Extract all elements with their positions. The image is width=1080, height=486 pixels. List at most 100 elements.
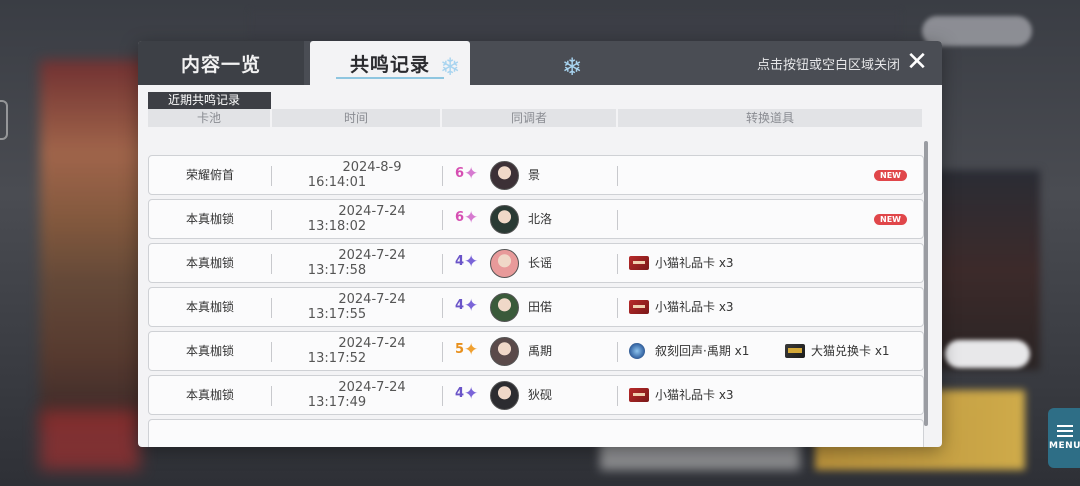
record-date: 2024-7-24 bbox=[338, 336, 406, 351]
rarity-star-icon: ✦ bbox=[464, 164, 479, 184]
pool-name: 本真枷锁 bbox=[185, 300, 234, 314]
new-badge: NEW bbox=[874, 170, 907, 181]
divider bbox=[617, 298, 618, 318]
divider bbox=[442, 166, 443, 186]
rarity-star-icon: ✦ bbox=[464, 208, 479, 228]
record-clock: 13:17:52 bbox=[307, 351, 367, 366]
rarity-number: 6 bbox=[455, 166, 465, 181]
divider bbox=[617, 210, 618, 230]
rarity-star-icon: ✦ bbox=[464, 296, 479, 316]
column-header-pool: 卡池 bbox=[148, 109, 270, 127]
avatar bbox=[490, 161, 519, 190]
character-name: 景 bbox=[528, 168, 541, 182]
divider bbox=[442, 342, 443, 362]
rarity-number: 5 bbox=[455, 342, 465, 357]
snowflake-icon: ❄ bbox=[561, 53, 583, 81]
close-icon[interactable]: ✕ bbox=[904, 49, 930, 75]
divider bbox=[442, 210, 443, 230]
rarity-star-icon: ✦ bbox=[464, 384, 479, 404]
rarity-number: 4 bbox=[455, 386, 465, 401]
background-right-button bbox=[945, 340, 1030, 368]
record-time: 2024-7-24 13:17:55 bbox=[272, 292, 442, 322]
rarity-number: 4 bbox=[455, 254, 465, 269]
avatar bbox=[490, 205, 519, 234]
tab-bar: 内容一览 共鸣记录 ❄ ❄ 点击按钮或空白区域关闭 ✕ bbox=[138, 41, 942, 85]
record-time: 2024-8-9 16:14:01 bbox=[272, 160, 442, 190]
table-row: 本真枷锁 2024-7-24 13:17:49 4 ✦ 狄砚 小猫礼品卡 x3 bbox=[148, 375, 924, 415]
item-name: 小猫礼品卡 x3 bbox=[655, 388, 734, 402]
new-badge: NEW bbox=[874, 214, 907, 225]
avatar bbox=[490, 293, 519, 322]
close-hint: 点击按钮或空白区域关闭 bbox=[756, 58, 900, 73]
divider bbox=[442, 254, 443, 274]
gift-card-icon bbox=[629, 388, 649, 402]
pool-name: 本真枷锁 bbox=[185, 388, 234, 402]
table-header: 卡池 时间 同调者 转换道具 bbox=[148, 109, 922, 127]
menu-label: MENU bbox=[1049, 441, 1080, 451]
table-row: 本真枷锁 2024-7-24 13:17:55 4 ✦ 田偌 小猫礼品卡 x3 bbox=[148, 287, 924, 327]
record-time: 2024-7-24 13:18:02 bbox=[272, 204, 442, 234]
item-name: 小猫礼品卡 x3 bbox=[655, 300, 734, 314]
section-label: 近期共鸣记录 bbox=[148, 92, 271, 109]
scrollbar[interactable] bbox=[924, 141, 928, 426]
record-clock: 13:17:58 bbox=[307, 263, 367, 278]
record-date: 2024-7-24 bbox=[338, 204, 406, 219]
rarity-star-icon: ✦ bbox=[464, 340, 479, 360]
record-date: 2024-8-9 bbox=[342, 160, 402, 175]
avatar bbox=[490, 337, 519, 366]
record-date: 2024-7-24 bbox=[338, 248, 406, 263]
resonance-record-panel: 内容一览 共鸣记录 ❄ ❄ 点击按钮或空白区域关闭 ✕ 近期共鸣记录 卡池 时间… bbox=[138, 41, 942, 447]
rarity-star-icon: ✦ bbox=[464, 252, 479, 272]
table-row-partial bbox=[148, 419, 924, 447]
background-top-bar bbox=[250, 10, 900, 40]
character-name: 狄砚 bbox=[528, 388, 553, 402]
divider bbox=[617, 166, 618, 186]
table-row: 本真枷锁 2024-7-24 13:17:58 4 ✦ 长谣 小猫礼品卡 x3 bbox=[148, 243, 924, 283]
table-row: 本真枷锁 2024-7-24 13:17:52 5 ✦ 禹期 叙刻回声·禹期 x1 大猫兑换卡… bbox=[148, 331, 924, 371]
table-row: 荣耀俯首 2024-8-9 16:14:01 6 ✦ 景 NEW bbox=[148, 155, 924, 195]
record-date: 2024-7-24 bbox=[338, 380, 406, 395]
table-row: 本真枷锁 2024-7-24 13:18:02 6 ✦ 北洛 NEW bbox=[148, 199, 924, 239]
divider bbox=[617, 386, 618, 406]
gift-card-icon bbox=[629, 300, 649, 314]
pool-name: 本真枷锁 bbox=[185, 344, 234, 358]
rarity-number: 4 bbox=[455, 298, 465, 313]
avatar bbox=[490, 381, 519, 410]
menu-button[interactable]: MENU bbox=[1048, 408, 1080, 468]
column-header-character: 同调者 bbox=[442, 109, 616, 127]
tab-overview[interactable]: 内容一览 bbox=[138, 41, 304, 85]
background-left-panel bbox=[40, 60, 150, 430]
echo-disc-icon bbox=[629, 343, 645, 359]
pool-name: 本真枷锁 bbox=[185, 256, 234, 270]
item-name: 小猫礼品卡 x3 bbox=[655, 256, 734, 270]
record-time: 2024-7-24 13:17:58 bbox=[272, 248, 442, 278]
character-name: 长谣 bbox=[528, 256, 553, 270]
character-name: 禹期 bbox=[528, 344, 553, 358]
record-clock: 13:18:02 bbox=[307, 219, 367, 234]
item-name: 叙刻回声·禹期 x1 bbox=[655, 344, 750, 358]
record-clock: 13:17:55 bbox=[307, 307, 367, 322]
character-name: 北洛 bbox=[528, 212, 553, 226]
record-time: 2024-7-24 13:17:49 bbox=[272, 380, 442, 410]
record-clock: 16:14:01 bbox=[307, 175, 367, 190]
column-header-items: 转换道具 bbox=[618, 109, 922, 127]
divider bbox=[442, 386, 443, 406]
divider bbox=[617, 342, 618, 362]
background-left-badge bbox=[40, 410, 140, 470]
left-edge-handle bbox=[0, 100, 8, 140]
avatar bbox=[490, 249, 519, 278]
record-date: 2024-7-24 bbox=[338, 292, 406, 307]
gift-card-icon bbox=[629, 256, 649, 270]
character-name: 田偌 bbox=[528, 300, 553, 314]
exchange-card-icon bbox=[785, 344, 805, 358]
divider bbox=[442, 298, 443, 318]
pool-name: 本真枷锁 bbox=[185, 212, 234, 226]
record-time: 2024-7-24 13:17:52 bbox=[272, 336, 442, 366]
divider bbox=[617, 254, 618, 274]
rarity-number: 6 bbox=[455, 210, 465, 225]
pool-name: 荣耀俯首 bbox=[185, 168, 234, 182]
column-header-time: 时间 bbox=[272, 109, 440, 127]
item-name: 大猫兑换卡 x1 bbox=[811, 344, 890, 358]
snowflake-icon: ❄ bbox=[439, 53, 461, 81]
menu-icon bbox=[1057, 425, 1073, 437]
